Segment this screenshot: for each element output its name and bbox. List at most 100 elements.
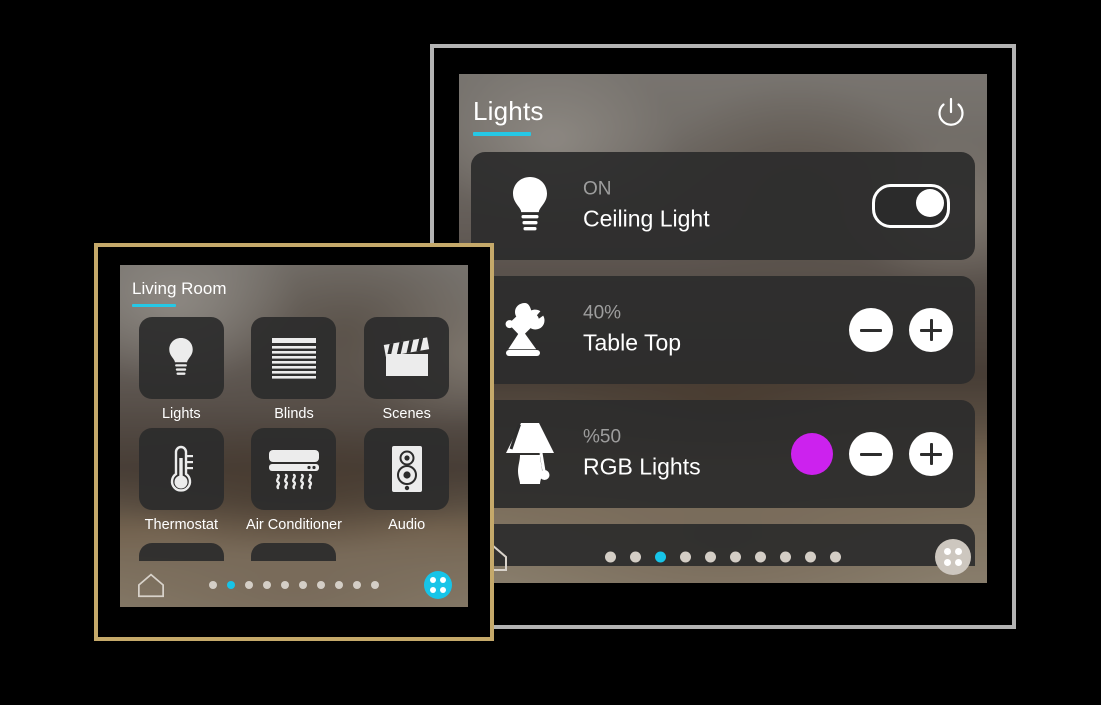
page-dot[interactable] [335, 581, 343, 589]
light-card-table-top[interactable]: 40% Table Top [471, 276, 975, 384]
apps-dot [439, 586, 446, 593]
page-dot[interactable] [281, 581, 289, 589]
page-dot[interactable] [353, 581, 361, 589]
light-name: Ceiling Light [583, 205, 710, 232]
power-icon[interactable] [932, 94, 970, 132]
page-dot[interactable] [605, 551, 616, 563]
apps-dot [944, 559, 951, 566]
lights-device-bezel: Lights ON Ceiling Light 40% Table Top %5… [434, 48, 1012, 625]
apps-grid-icon[interactable] [935, 539, 971, 575]
clapper-icon [382, 336, 432, 380]
apps-dot [430, 577, 436, 583]
tile-partial-empty [364, 543, 449, 561]
page-title: Living Room [132, 279, 227, 298]
room-bottom-bar [120, 563, 468, 607]
rgb-color-swatch[interactable] [791, 433, 833, 475]
page-dot[interactable] [755, 551, 766, 563]
home-icon[interactable] [136, 572, 166, 598]
page-dot[interactable] [630, 551, 641, 563]
tile-box [364, 317, 450, 399]
lights-panel-device: Lights ON Ceiling Light 40% Table Top %5… [430, 44, 1016, 629]
desk-lamp-icon [493, 293, 567, 367]
tile-air-conditioner[interactable]: Air Conditioner [245, 428, 344, 533]
page-dot[interactable] [371, 581, 379, 589]
rgb-decrease-button[interactable] [849, 432, 893, 476]
page-dot[interactable] [317, 581, 325, 589]
room-device-bezel: Living Room Lights Blinds Scenes Thermos… [98, 247, 490, 637]
lights-header: Lights [459, 74, 987, 144]
light-state: 40% [583, 302, 622, 324]
tile-label: Audio [388, 517, 426, 533]
apps-dot [439, 577, 446, 583]
tile-box [138, 428, 224, 510]
page-dot[interactable] [830, 551, 841, 563]
apps-grid-icon[interactable] [424, 571, 452, 599]
tile-partial[interactable] [251, 543, 337, 561]
ac-icon [267, 446, 321, 492]
page-dot[interactable] [655, 551, 666, 563]
bulb-icon [161, 335, 201, 381]
light-card-rgb[interactable]: %50 RGB Lights [471, 400, 975, 508]
light-state: ON [583, 178, 612, 200]
lights-screen: Lights ON Ceiling Light 40% Table Top %5… [459, 74, 987, 583]
rgb-increase-button[interactable] [909, 432, 953, 476]
light-name: Table Top [583, 329, 682, 356]
page-indicator-dots[interactable] [605, 551, 841, 563]
tile-box [138, 317, 224, 399]
apps-dot [955, 548, 962, 555]
page-dot[interactable] [245, 581, 253, 589]
tile-label: Air Conditioner [246, 517, 342, 533]
page-dot[interactable] [263, 581, 271, 589]
tile-thermostat[interactable]: Thermostat [132, 428, 231, 533]
thermometer-icon [166, 444, 196, 494]
tile-box [364, 428, 450, 510]
apps-dot [955, 559, 962, 566]
tile-partial[interactable] [138, 543, 224, 561]
page-dot[interactable] [299, 581, 307, 589]
light-state: %50 [583, 426, 622, 448]
toggle-knob [916, 189, 944, 217]
tile-label: Blinds [274, 406, 314, 422]
tile-box [251, 428, 337, 510]
living-room-panel-device: Living Room Lights Blinds Scenes Thermos… [94, 243, 494, 641]
speaker-icon [390, 444, 424, 494]
table-top-decrease-button[interactable] [849, 308, 893, 352]
page-dot[interactable] [680, 551, 691, 563]
page-dot[interactable] [780, 551, 791, 563]
page-dot[interactable] [227, 581, 235, 589]
tile-label: Thermostat [144, 517, 218, 533]
page-indicator-dots[interactable] [209, 581, 379, 589]
light-card-text: 40% Table Top [583, 301, 681, 360]
tile-label: Scenes [382, 406, 431, 422]
lights-bottom-bar [459, 531, 987, 583]
light-card-text: %50 RGB Lights [583, 425, 701, 484]
table-lamp-icon [493, 417, 567, 491]
device-tile-grid: Lights Blinds Scenes Thermostat Air Cond… [132, 317, 456, 533]
plus-icon-vertical [929, 319, 933, 341]
minus-icon [860, 328, 882, 332]
light-name: RGB Lights [583, 453, 701, 480]
minus-icon [860, 452, 882, 456]
tile-blinds[interactable]: Blinds [245, 317, 344, 422]
title-underline [473, 132, 531, 136]
tile-lights[interactable]: Lights [132, 317, 231, 422]
bulb-icon [493, 169, 567, 243]
table-top-increase-button[interactable] [909, 308, 953, 352]
title-underline [132, 304, 176, 307]
page-dot[interactable] [805, 551, 816, 563]
page-dot[interactable] [209, 581, 217, 589]
page-dot[interactable] [730, 551, 741, 563]
apps-dot [944, 548, 951, 555]
light-card-text: ON Ceiling Light [583, 177, 710, 236]
next-row-partial-tiles [132, 543, 456, 561]
tile-audio[interactable]: Audio [357, 428, 456, 533]
ceiling-light-toggle[interactable] [872, 184, 950, 228]
page-dot[interactable] [705, 551, 716, 563]
light-card-ceiling[interactable]: ON Ceiling Light [471, 152, 975, 260]
living-room-screen: Living Room Lights Blinds Scenes Thermos… [120, 265, 468, 607]
page-title: Lights [473, 96, 544, 126]
tile-scenes[interactable]: Scenes [357, 317, 456, 422]
blinds-icon [271, 336, 317, 380]
plus-icon-vertical [929, 443, 933, 465]
apps-dot [430, 586, 436, 593]
